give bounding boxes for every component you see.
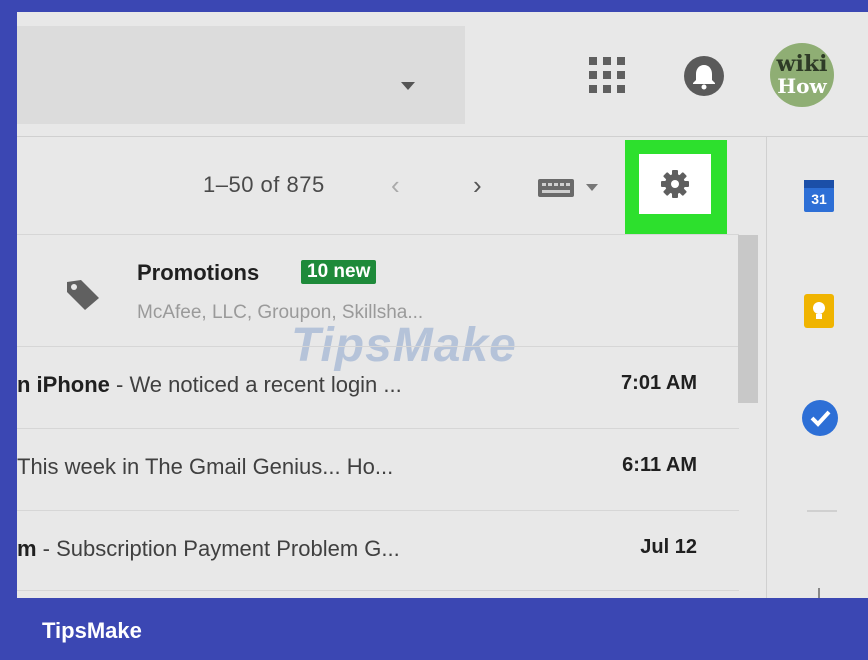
search-bar[interactable]	[17, 26, 465, 124]
calendar-date: 31	[811, 191, 827, 207]
gear-icon[interactable]	[659, 168, 691, 200]
avatar[interactable]: wiki How	[770, 43, 834, 107]
side-panel-separator	[807, 510, 837, 512]
email-row[interactable]: n iPhone - We noticed a recent login ...…	[17, 348, 739, 428]
email-summary: This week in The Gmail Genius... Ho...	[17, 454, 393, 480]
email-time: Jul 12	[640, 536, 697, 558]
avatar-line2: How	[777, 74, 827, 98]
email-time: 7:01 AM	[621, 372, 697, 394]
calendar-icon[interactable]: 31	[804, 180, 834, 212]
email-snippet: - Subscription Payment Problem G...	[36, 536, 400, 561]
row-divider	[17, 590, 739, 591]
email-snippet: - We noticed a recent login ...	[109, 372, 402, 397]
brand-logo-text: TipsMake	[42, 618, 142, 643]
tag-icon	[67, 280, 99, 310]
side-panel-divider	[766, 136, 767, 598]
apps-grid-icon[interactable]	[589, 57, 625, 93]
tasks-icon[interactable]	[802, 400, 838, 436]
header-divider	[17, 136, 868, 137]
scrollbar-thumb[interactable]	[738, 235, 758, 403]
email-sender: m	[17, 536, 37, 561]
email-row[interactable]: This week in The Gmail Genius... Ho... 6…	[17, 430, 739, 510]
promotions-new-badge: 10 new	[301, 260, 377, 284]
keep-icon[interactable]	[804, 294, 834, 328]
email-sender: n iPhone	[17, 372, 110, 397]
row-divider	[17, 346, 739, 347]
email-summary: m - Subscription Payment Problem G...	[17, 536, 400, 562]
row-divider	[17, 510, 739, 511]
gmail-screen: wiki How 1–50 of 875 ‹ › Promotions 10 n…	[17, 12, 868, 598]
older-page-button[interactable]: ‹	[391, 170, 400, 201]
avatar-line1: wiki	[776, 51, 828, 77]
promotions-title[interactable]: Promotions	[137, 260, 259, 286]
email-row[interactable]: m - Subscription Payment Problem G... Ju…	[17, 512, 739, 592]
keyboard-icon[interactable]	[538, 179, 574, 197]
add-addon-icon[interactable]	[818, 588, 820, 598]
bell-icon[interactable]	[684, 56, 724, 96]
input-tools-caret-icon[interactable]	[586, 184, 598, 191]
settings-button[interactable]	[639, 154, 711, 214]
email-summary: n iPhone - We noticed a recent login ...	[17, 372, 402, 398]
search-options-caret-icon[interactable]	[401, 82, 415, 90]
pagination-text: 1–50 of 875	[203, 172, 325, 197]
newer-page-button[interactable]: ›	[473, 170, 482, 201]
row-divider	[17, 428, 739, 429]
list-top-divider	[17, 234, 739, 235]
email-snippet: This week in The Gmail Genius... Ho...	[17, 454, 394, 479]
email-time: 6:11 AM	[622, 454, 697, 476]
